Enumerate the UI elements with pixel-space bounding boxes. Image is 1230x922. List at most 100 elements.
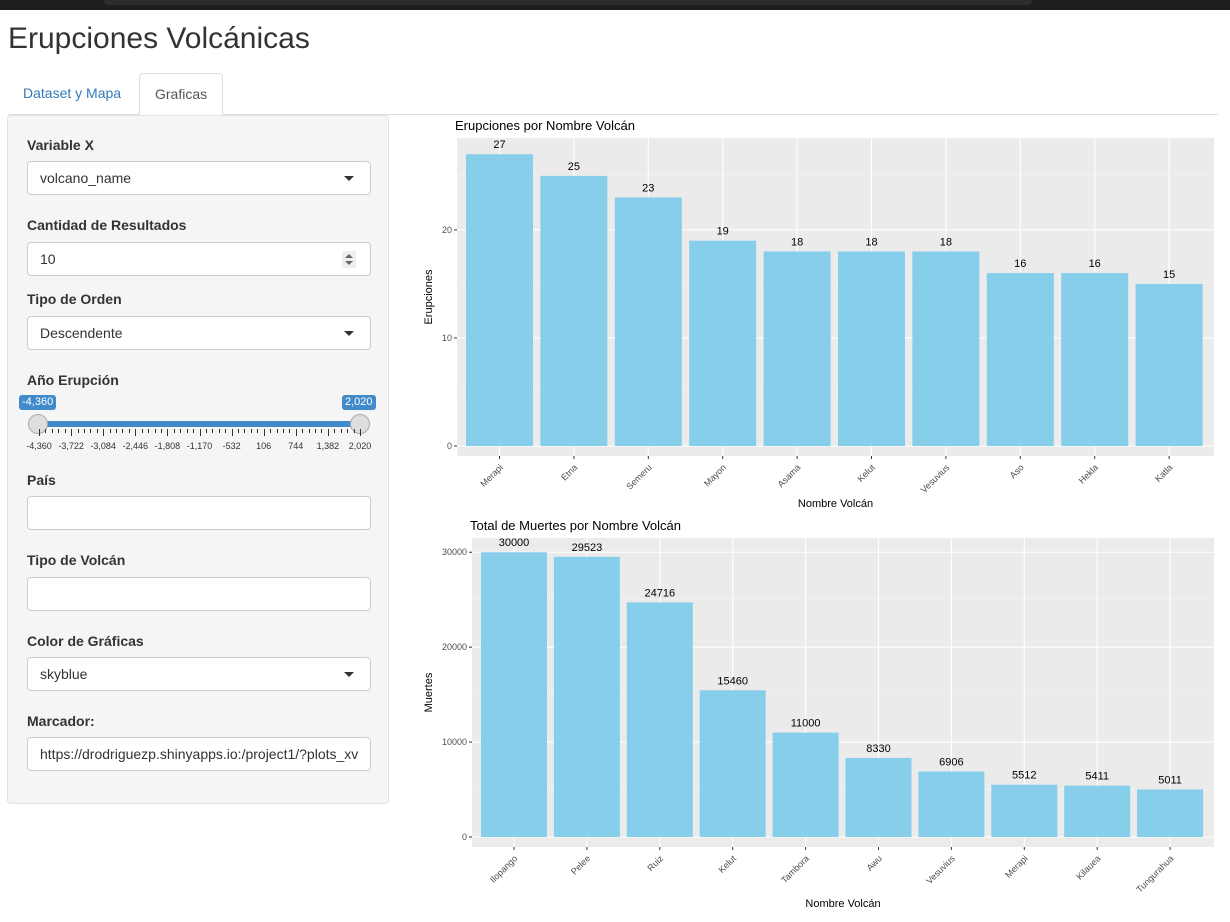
bar-value-label: 8330 xyxy=(866,743,890,755)
x-tick-label: Asama xyxy=(776,462,803,489)
slider-tick xyxy=(141,429,143,433)
x-tick-label: Katla xyxy=(1153,462,1175,484)
tipo-orden-value: Descendente xyxy=(40,325,123,341)
bar-value-label: 18 xyxy=(791,236,803,248)
slider-tick xyxy=(238,429,240,433)
bar-value-label: 19 xyxy=(717,226,729,238)
slider-tick xyxy=(302,429,304,433)
stepper-arrows-icon[interactable] xyxy=(342,251,356,268)
slider-tick xyxy=(347,429,349,433)
slider-tick xyxy=(122,429,124,433)
bar xyxy=(481,552,547,837)
bar-value-label: 5512 xyxy=(1012,770,1036,782)
slider-tick xyxy=(90,429,92,433)
y-tick-label: 0 xyxy=(462,832,467,842)
y-tick-label: 0 xyxy=(447,441,452,451)
x-tick-label: Merapi xyxy=(1003,853,1030,880)
slider-tick-label: -2,446 xyxy=(122,441,149,451)
slider-tick-label: 1,382 xyxy=(316,441,340,451)
x-tick-label: Etna xyxy=(559,462,579,482)
variable-x-select[interactable]: volcano_name xyxy=(27,161,371,195)
slider-tick-label: 744 xyxy=(288,441,304,451)
slider-tick xyxy=(321,429,323,433)
slider-tick xyxy=(128,429,130,433)
bar-value-label: 18 xyxy=(865,236,877,248)
variable-x-label: Variable X xyxy=(27,137,94,153)
y-tick-label: 10000 xyxy=(442,737,467,747)
x-tick-label: Merapi xyxy=(478,462,505,489)
slider-tick xyxy=(83,429,85,433)
x-tick-label: Ruiz xyxy=(645,853,665,873)
slider-tick xyxy=(160,429,162,433)
bar-value-label: 16 xyxy=(1014,258,1026,270)
color-graficas-label: Color de Gráficas xyxy=(27,633,144,649)
bar-value-label: 15 xyxy=(1163,269,1175,281)
chart-title: Erupciones por Nombre Volcán xyxy=(455,118,635,133)
bar-value-label: 5411 xyxy=(1085,771,1109,783)
bar xyxy=(626,602,693,837)
slider-tick xyxy=(103,429,105,436)
tipo-volcan-input[interactable] xyxy=(27,577,371,611)
slider-tick xyxy=(250,429,252,433)
cantidad-resultados-value: 10 xyxy=(40,251,56,267)
slider-tick xyxy=(276,429,278,433)
address-bar[interactable] xyxy=(104,0,1032,5)
y-axis-label: Muertes xyxy=(423,672,435,712)
slider-tick xyxy=(96,429,98,433)
slider-tick xyxy=(173,429,175,433)
bar-value-label: 18 xyxy=(940,236,952,248)
bar-value-label: 25 xyxy=(568,161,580,173)
slider-tick xyxy=(180,429,182,433)
year-range-slider-track[interactable] xyxy=(38,421,361,427)
x-tick-label: Pelee xyxy=(569,853,592,876)
chevron-down-icon xyxy=(344,176,354,181)
bar-value-label: 11000 xyxy=(791,718,821,730)
bar xyxy=(845,757,912,837)
slider-tick-label: -4,360 xyxy=(26,441,52,451)
page-title: Erupciones Volcánicas xyxy=(8,22,310,55)
slider-tick xyxy=(45,429,47,433)
slider-tick xyxy=(282,429,284,433)
slider-tick xyxy=(205,429,207,433)
bar-value-label: 16 xyxy=(1089,258,1101,270)
bar xyxy=(1061,273,1129,446)
x-tick-label: Tungurahua xyxy=(1134,853,1175,894)
slider-tick xyxy=(353,429,355,433)
slider-tick xyxy=(218,429,220,433)
slider-tick xyxy=(257,429,259,433)
cantidad-resultados-input[interactable]: 10 xyxy=(27,242,371,276)
chevron-down-icon xyxy=(344,672,354,677)
chart-title: Total de Muertes por Nombre Volcán xyxy=(470,518,681,533)
slider-tick xyxy=(154,429,156,433)
x-tick-label: Kelut xyxy=(855,462,877,484)
tipo-orden-select[interactable]: Descendente xyxy=(27,316,371,350)
pais-input[interactable] xyxy=(27,496,371,530)
cantidad-resultados-label: Cantidad de Resultados xyxy=(27,217,187,233)
bar xyxy=(986,273,1054,446)
slider-tick-label: -532 xyxy=(222,441,241,451)
color-graficas-select[interactable]: skyblue xyxy=(27,657,371,691)
bar-value-label: 29523 xyxy=(572,542,603,554)
bar xyxy=(912,251,980,446)
x-tick-label: Hekla xyxy=(1077,462,1100,485)
plot-panel xyxy=(472,538,1214,847)
bar xyxy=(699,690,766,837)
slider-tick-label: 106 xyxy=(256,441,272,451)
bar-value-label: 23 xyxy=(642,182,654,194)
slider-tick xyxy=(231,429,233,436)
tab-graficas[interactable]: Graficas xyxy=(139,73,224,115)
bar-value-label: 30000 xyxy=(499,537,530,549)
tab-bar: Dataset y Mapa Graficas xyxy=(8,73,1218,115)
slider-tick xyxy=(193,429,195,433)
bar-value-label: 27 xyxy=(493,139,505,151)
y-axis-label: Erupciones xyxy=(423,269,435,325)
x-axis-label: Nombre Volcán xyxy=(798,498,873,510)
marcador-url-input[interactable]: https://drodriguezp.shinyapps.io:/projec… xyxy=(27,737,371,771)
sidebar-panel: Variable X volcano_name Cantidad de Resu… xyxy=(7,115,389,804)
slider-tick-label: -3,084 xyxy=(90,441,116,451)
bar xyxy=(689,240,757,446)
tab-dataset-y-mapa[interactable]: Dataset y Mapa xyxy=(8,73,136,114)
x-tick-label: Kelut xyxy=(717,853,739,875)
x-tick-label: Vesuvius xyxy=(924,853,957,886)
tipo-orden-label: Tipo de Orden xyxy=(27,291,122,307)
